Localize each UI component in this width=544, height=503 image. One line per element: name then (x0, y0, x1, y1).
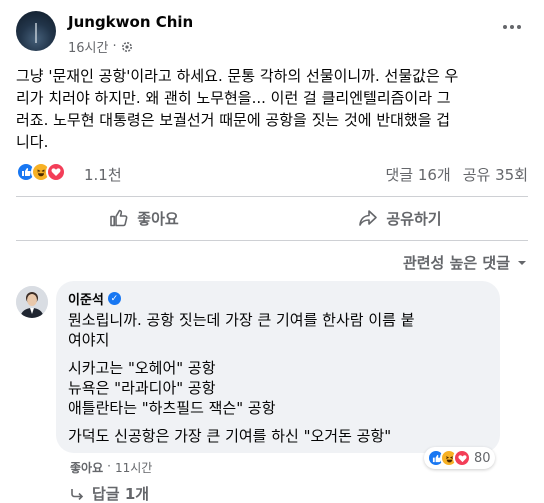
comment-bubble: 이준석 ✓ 뭔소립니까. 공항 짓는데 가장 큰 기여를 한사람 이름 붙 여야… (56, 281, 500, 453)
post-action-bar: 좋아요 공유하기 (16, 200, 528, 236)
love-reaction-icon (46, 162, 66, 182)
divider (16, 196, 528, 197)
share-arrow-icon (359, 210, 378, 226)
post-meta: 16시간 · (68, 37, 133, 56)
comment-text-paragraph-2: 시카고는 "오헤어" 공항 뉴욕은 "라과디아" 공항 애틀란타는 "하츠필드 … (68, 359, 276, 417)
comment-text-paragraph-1: 뭔소립니까. 공항 짓는데 가장 큰 기여를 한사람 이름 붙 여야지 (68, 311, 415, 349)
comment-time[interactable]: 11시간 (115, 459, 152, 476)
like-button[interactable]: 좋아요 (16, 200, 272, 236)
commenter-avatar[interactable] (16, 286, 48, 318)
like-button-label: 좋아요 (137, 209, 179, 228)
more-dot-icon (503, 25, 507, 29)
shares-count[interactable]: 공유 35회 (463, 164, 528, 185)
commenter-name-row: 이준석 ✓ (68, 289, 488, 308)
engagement-counts: 댓글 16개 공유 35회 (385, 164, 528, 185)
reply-arrow-icon (71, 488, 84, 500)
caret-down-icon (518, 260, 526, 265)
comment-actions: 좋아요 · 11시간 (70, 459, 152, 476)
reaction-icons[interactable] (16, 162, 66, 182)
post-body-text: 그냥 '문재인 공항'이라고 하세요. 문통 각하의 선물이니까. 선물값은 우… (16, 67, 459, 151)
comment-reactions[interactable]: 80 (424, 447, 495, 469)
gear-icon (121, 41, 132, 52)
commenter-name[interactable]: 이준석 (68, 289, 104, 308)
divider (16, 240, 528, 241)
author-avatar[interactable] (16, 11, 56, 51)
comment-sort-label: 관련성 높은 댓글 (402, 254, 510, 272)
comment-sort-dropdown[interactable]: 관련성 높은 댓글 (403, 252, 528, 273)
comments-count[interactable]: 댓글 16개 (385, 164, 450, 185)
replies-count-label: 답글 1개 (92, 485, 150, 503)
reactions-summary: 1.1천 댓글 16개 공유 35회 (16, 160, 528, 184)
love-reaction-icon (453, 449, 471, 467)
more-options-button[interactable] (496, 15, 528, 39)
share-button-label: 공유하기 (386, 209, 442, 228)
post-author-name[interactable]: Jungkwon Chin (68, 13, 193, 31)
reaction-count[interactable]: 1.1천 (84, 164, 122, 185)
comment-actions-separator: · (107, 459, 111, 473)
comment-text-paragraph-3: 가덕도 신공항은 가장 큰 기여를 하신 "오거돈 공항" (68, 427, 392, 445)
comment-reaction-count: 80 (474, 450, 491, 466)
more-dot-icon (510, 25, 514, 29)
more-dot-icon (517, 25, 521, 29)
share-button[interactable]: 공유하기 (272, 200, 528, 236)
meta-separator: · (112, 39, 117, 54)
view-replies-button[interactable]: 답글 1개 (70, 483, 149, 503)
comment-like-link[interactable]: 좋아요 (70, 459, 103, 476)
verified-badge-icon: ✓ (107, 292, 121, 305)
post-time[interactable]: 16시간 (68, 37, 108, 56)
thumbs-up-icon (110, 209, 128, 227)
post-header: Jungkwon Chin 16시간 · (16, 11, 528, 59)
